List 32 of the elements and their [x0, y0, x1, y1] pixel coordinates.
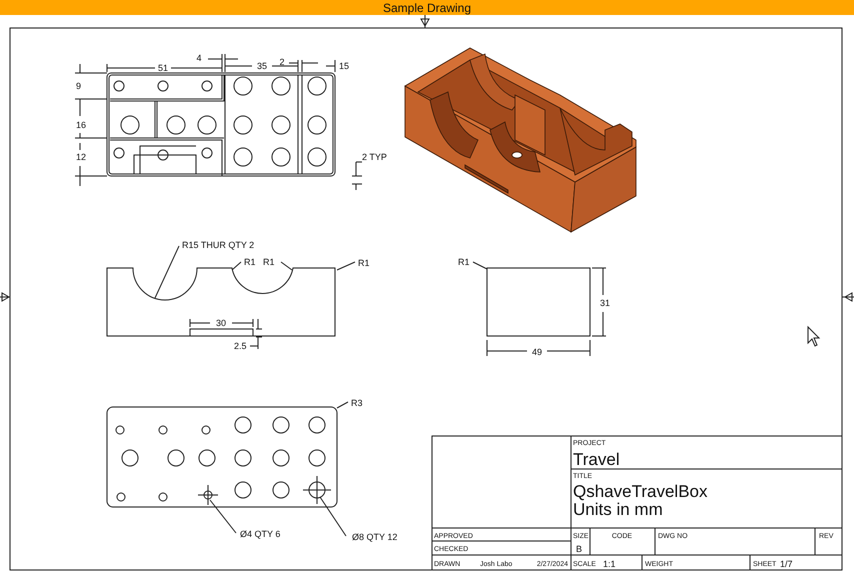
scale-value: 1:1: [603, 559, 616, 569]
size-value: B: [576, 544, 582, 554]
dimension-label: Ø8 QTY 12: [352, 532, 398, 542]
dimension-label: R1: [263, 257, 275, 267]
drawing-title-line: Units in mm: [573, 500, 663, 519]
dimension-label: R3: [351, 398, 363, 408]
sheet-value: 1/7: [780, 559, 793, 569]
dimension-label: 15: [339, 61, 350, 71]
dimension-label: 31: [600, 298, 610, 308]
dimension-label: 49: [532, 347, 542, 357]
dimension-label: R1: [244, 257, 256, 267]
project-name: Travel: [573, 450, 620, 469]
dimension-label: R1: [458, 257, 470, 267]
dimension-label: R1: [358, 258, 370, 268]
dimension-label: 4: [196, 53, 202, 63]
dimension-label: 2: [280, 57, 284, 67]
dimension-label: 16: [76, 120, 86, 130]
dimension-label: 2 TYP: [362, 152, 387, 162]
drawing-title-line: QshaveTravelBox: [573, 482, 708, 501]
dimension-label: R15 THUR QTY 2: [182, 240, 254, 250]
dimension-label: Ø4 QTY 6: [240, 529, 280, 539]
drawing-title: Sample Drawing: [382, 0, 472, 14]
center-mark-icon: [420, 15, 430, 28]
dimension-label: 12: [76, 152, 86, 162]
center-mark-icon: [0, 292, 10, 302]
center-mark-icon: [842, 292, 854, 302]
dimension-label: 2.5: [234, 341, 247, 351]
dimension-label: 9: [76, 81, 82, 91]
dimension-label: 30: [216, 318, 226, 328]
dimension-label: 35: [257, 61, 267, 71]
mouse-pointer-icon: [808, 326, 820, 347]
dimension-label: 51: [158, 63, 168, 73]
